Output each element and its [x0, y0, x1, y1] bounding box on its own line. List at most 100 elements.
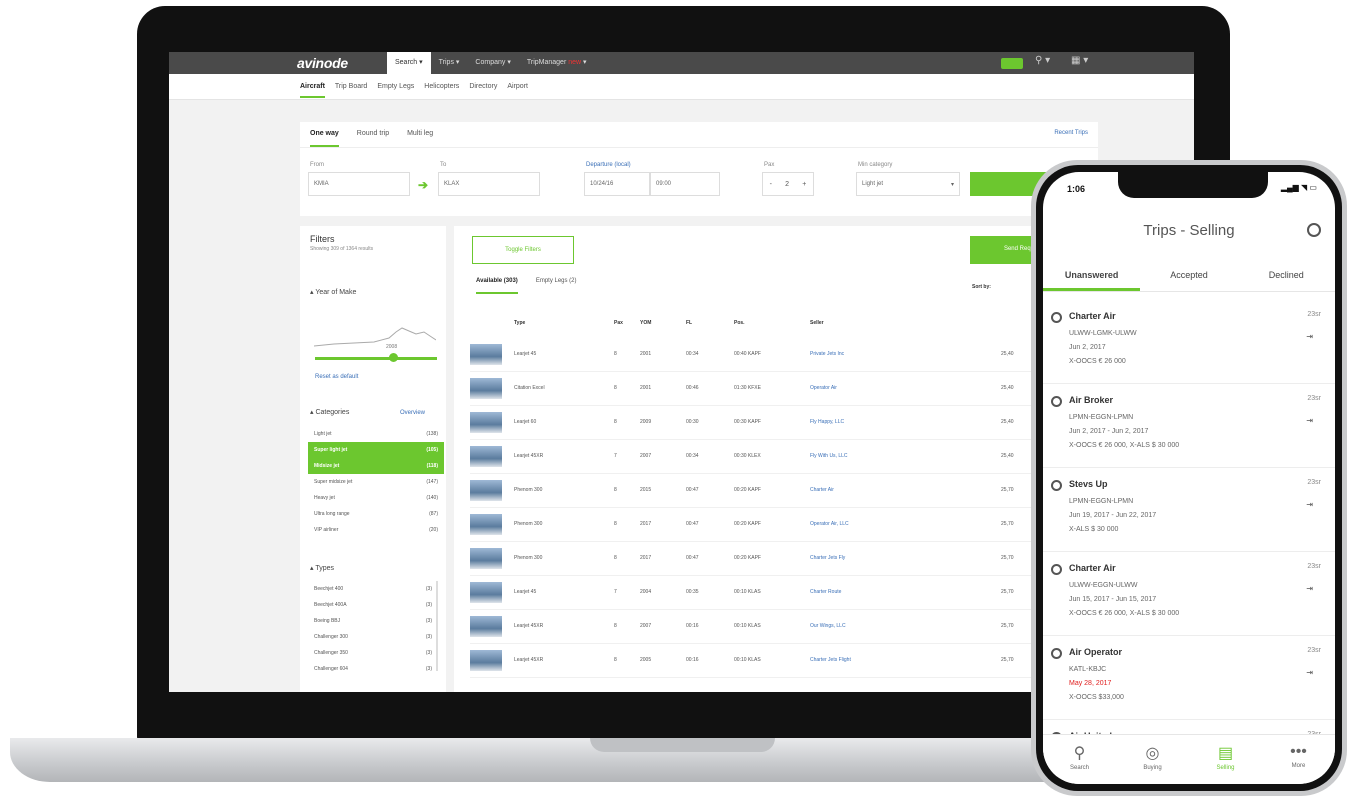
trip-card[interactable]: Stevs Up LPMN-EGGN-LPMN Jun 19, 2017 - Jun… [1043, 468, 1335, 552]
year-range-slider[interactable] [315, 357, 437, 360]
card-status-icon: ⇥ [1306, 500, 1313, 509]
table-row[interactable]: Phenom 300 8 2015 00:47 00:20 KAPF Charter Ai… [470, 474, 1050, 508]
category-item[interactable]: Midsize jet (118) [308, 458, 444, 474]
type-item[interactable]: Beechjet 400 (3) [308, 581, 438, 597]
recent-trips-link[interactable]: Recent Trips [1054, 130, 1088, 136]
toggle-filters-button[interactable]: Toggle Filters [472, 236, 574, 264]
tab-unanswered[interactable]: Unanswered [1043, 258, 1141, 291]
search-icon[interactable]: ⚲ ▾ [1035, 55, 1050, 66]
nav-tripmanager[interactable]: TripManager new ▾ [519, 52, 595, 74]
tabbar-selling[interactable]: ▤ Selling [1189, 735, 1262, 784]
to-field[interactable]: KLAX [438, 172, 540, 196]
col-seller[interactable]: Seller [810, 320, 824, 326]
tabbar-buying[interactable]: ◎ Buying [1116, 735, 1189, 784]
cell-seller[interactable]: Our Wings, LLC [810, 623, 846, 629]
cell-price: 25,70 [1001, 555, 1014, 561]
col-type[interactable]: Type [514, 320, 525, 326]
category-item[interactable]: VIP airliner (20) [308, 522, 444, 538]
subnav-empty-legs[interactable]: Empty Legs [377, 83, 414, 90]
table-row[interactable]: Learjet 45XR 7 2007 00:34 00:30 KLEX Fly With… [470, 440, 1050, 474]
tab-declined[interactable]: Declined [1238, 258, 1335, 291]
tab-one-way[interactable]: One way [310, 130, 339, 147]
trip-card[interactable]: Charter Air ULWW-EGGN-ULWW Jun 15, 2017 - … [1043, 552, 1335, 636]
tabbar-more[interactable]: ••• More [1262, 735, 1335, 784]
category-item[interactable]: Light jet (138) [308, 426, 444, 442]
col-fl[interactable]: FL [686, 320, 692, 326]
reset-default-link[interactable]: Reset as default [315, 374, 358, 380]
time-field[interactable]: 09:00 [650, 172, 720, 196]
col-pax[interactable]: Pax [614, 320, 623, 326]
cell-pos: 01:30 KFXE [734, 385, 761, 391]
subnav-airport[interactable]: Airport [507, 83, 528, 90]
cell-seller[interactable]: Fly Happy, LLC [810, 419, 844, 425]
cell-seller[interactable]: Fly With Us, LLC [810, 453, 848, 459]
trip-card[interactable]: Air Operator KATL-KBJC May 28, 2017 X-OOCS … [1043, 636, 1335, 720]
plus-icon[interactable]: + [802, 181, 806, 188]
pax-stepper[interactable]: - 2 + [762, 172, 814, 196]
year-of-make-header[interactable]: ▴ Year of Make [300, 288, 366, 296]
card-title: Stevs Up [1069, 479, 1108, 489]
cell-seller[interactable]: Charter Route [810, 589, 841, 595]
table-row[interactable]: Citation Excel 8 2001 00:46 01:30 KFXE Operat… [470, 372, 1050, 406]
nav-trips[interactable]: Trips ▾ [431, 52, 468, 74]
notification-badge[interactable] [1001, 58, 1023, 69]
tab-round-trip[interactable]: Round trip [357, 130, 389, 147]
type-item[interactable]: Challenger 350 (3) [308, 645, 438, 661]
nav-search[interactable]: Search ▾ [387, 52, 431, 74]
minus-icon[interactable]: - [770, 181, 772, 188]
category-item[interactable]: Ultra long range (87) [308, 506, 444, 522]
cell-seller[interactable]: Operator Air, LLC [810, 521, 849, 527]
app-logo[interactable]: avinode [297, 55, 348, 71]
trip-card[interactable]: Air Broker LPMN-EGGN-LPMN Jun 2, 2017 - Ju… [1043, 384, 1335, 468]
table-row[interactable]: Learjet 45XR 8 2007 00:16 00:10 KLAS Our Wing… [470, 610, 1050, 644]
apps-grid-icon[interactable]: ▦ ▾ [1071, 55, 1088, 66]
table-row[interactable]: Learjet 45 8 2001 00:34 00:40 KAPF Private Je… [470, 338, 1050, 372]
date-field[interactable]: 10/24/16 [584, 172, 650, 196]
tab-multi-leg[interactable]: Multi leg [407, 130, 433, 147]
type-item[interactable]: Challenger 300 (3) [308, 629, 438, 645]
cell-seller[interactable]: Charter Air [810, 487, 834, 493]
types-scrollbar[interactable] [436, 581, 438, 671]
tab-empty-legs[interactable]: Empty Legs (2) [536, 278, 577, 294]
card-status-icon: ⇥ [1306, 332, 1313, 341]
table-row[interactable]: Learjet 45XR 8 2005 00:16 00:10 KLAS Charter … [470, 644, 1050, 678]
table-row[interactable]: Learjet 60 8 2009 00:30 00:30 KAPF Fly Happy,… [470, 406, 1050, 440]
card-date: 23sr [1307, 395, 1321, 402]
tab-available[interactable]: Available (303) [476, 278, 518, 294]
cell-seller[interactable]: Charter Jets Flight [810, 657, 851, 663]
cell-seller[interactable]: Charter Jets Fly [810, 555, 845, 561]
type-item[interactable]: Beechjet 400A (3) [308, 597, 438, 613]
col-yom[interactable]: YOM [640, 320, 651, 326]
categories-header[interactable]: ▴ Categories [300, 408, 359, 416]
category-item[interactable]: Super midsize jet (147) [308, 474, 444, 490]
subnav-helicopters[interactable]: Helicopters [424, 83, 459, 90]
col-pos[interactable]: Pos. [734, 320, 745, 326]
overview-link[interactable]: Overview [400, 410, 425, 416]
cell-pos: 00:30 KLEX [734, 453, 761, 459]
from-field[interactable]: KMIA [308, 172, 410, 196]
subnav-trip-board[interactable]: Trip Board [335, 83, 367, 90]
category-item[interactable]: Super light jet (105) [308, 442, 444, 458]
category-select[interactable]: Light jet ▾ [856, 172, 960, 196]
type-item[interactable]: Challenger 604 (3) [308, 661, 438, 677]
table-row[interactable]: Phenom 300 8 2017 00:47 00:20 KAPF Operator A… [470, 508, 1050, 542]
card-status-icon: ⇥ [1306, 416, 1313, 425]
cell-seller[interactable]: Private Jets Inc [810, 351, 844, 357]
year-range-handle[interactable] [389, 353, 398, 362]
cell-price: 25,70 [1001, 487, 1014, 493]
nav-company[interactable]: Company ▾ [467, 52, 518, 74]
tabbar-search[interactable]: ⚲ Search [1043, 735, 1116, 784]
category-item[interactable]: Heavy jet (140) [308, 490, 444, 506]
type-item[interactable]: Boeing BBJ (3) [308, 613, 438, 629]
subnav-directory[interactable]: Directory [469, 83, 497, 90]
table-row[interactable]: Learjet 45 7 2004 00:35 00:10 KLAS Charter Ro… [470, 576, 1050, 610]
cell-pax: 8 [614, 351, 617, 357]
settings-icon[interactable] [1307, 223, 1321, 237]
card-dates: Jun 19, 2017 - Jun 22, 2017 [1069, 512, 1157, 519]
cell-seller[interactable]: Operator Air [810, 385, 837, 391]
table-row[interactable]: Phenom 300 8 2017 00:47 00:20 KAPF Charter Je… [470, 542, 1050, 576]
subnav-aircraft[interactable]: Aircraft [300, 83, 325, 98]
types-header[interactable]: ▴ Types [300, 564, 344, 572]
tab-accepted[interactable]: Accepted [1140, 258, 1237, 291]
trip-card[interactable]: Charter Air ULWW-LGMK-ULWW Jun 2, 2017 X-OO… [1043, 300, 1335, 384]
